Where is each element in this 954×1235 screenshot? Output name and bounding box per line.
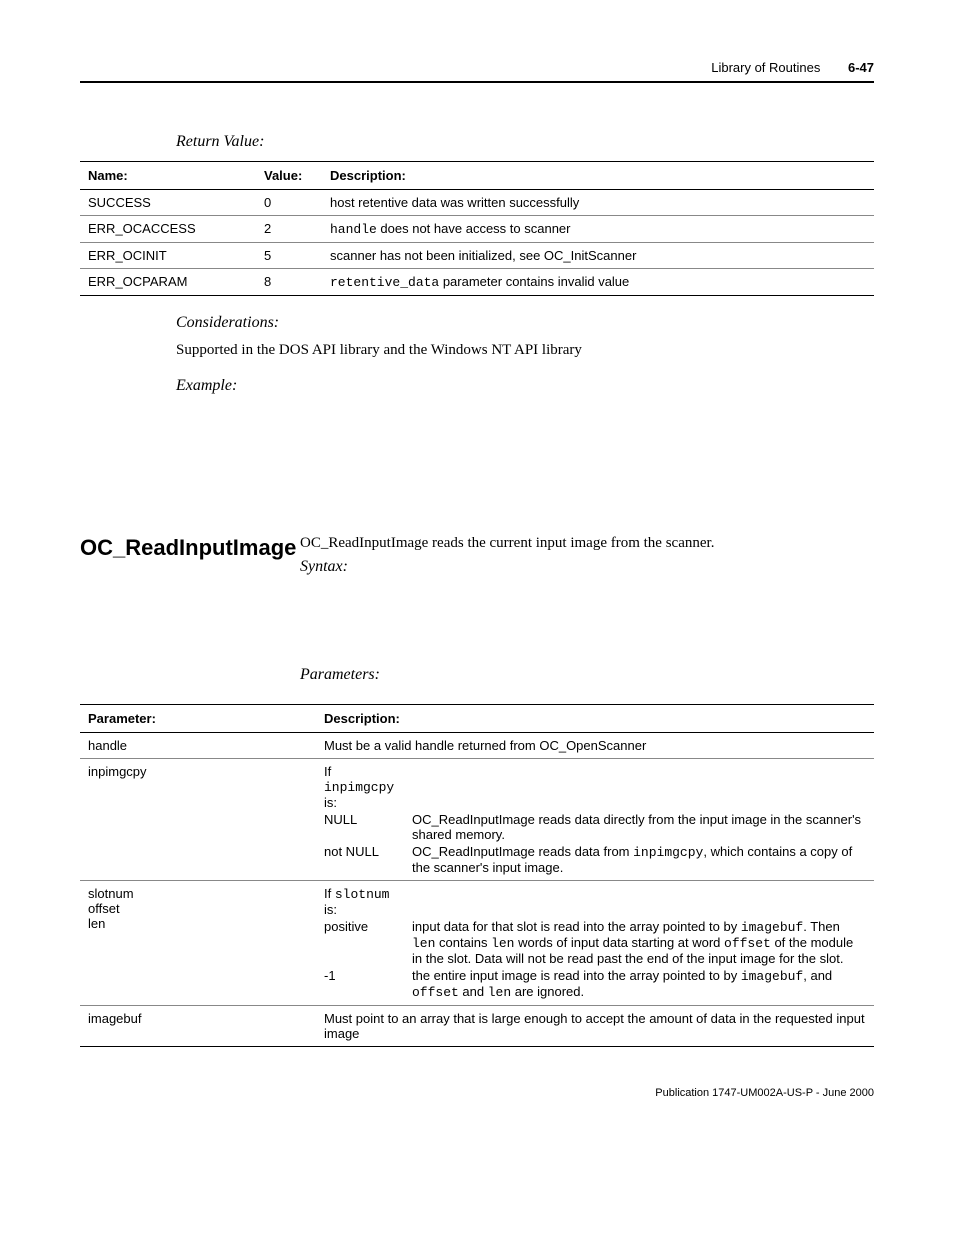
slotnum-negone-desc: the entire input image is read into the … [412,968,866,1000]
table-row: handle Must be a valid handle returned f… [80,733,874,759]
parameters-heading: Parameters: [300,666,874,684]
col-name: Name: [80,162,256,190]
header-page-number: 6-47 [848,60,874,75]
page-header: Library of Routines 6-47 [80,60,874,81]
col-description: Description: [316,705,874,733]
routine-intro: OC_ReadInputImage reads the current inpu… [300,535,874,552]
return-value-heading: Return Value: [176,133,874,151]
considerations-text: Supported in the DOS API library and the… [176,342,874,359]
considerations-heading: Considerations: [176,314,874,332]
col-value: Value: [256,162,322,190]
table-row: ERR_OCINIT 5 scanner has not been initia… [80,243,874,269]
header-section: Library of Routines [711,60,820,75]
syntax-heading: Syntax: [300,558,874,576]
table-row: slotnum offset len If slotnum is: positi… [80,881,874,1006]
routine-name: OC_ReadInputImage [80,535,300,561]
parameters-table: Parameter: Description: handle Must be a… [80,704,874,1047]
col-description: Description: [322,162,874,190]
table-row: SUCCESS 0 host retentive data was writte… [80,190,874,216]
col-parameter: Parameter: [80,705,316,733]
example-heading: Example: [176,377,874,395]
header-rule [80,81,874,83]
slotnum-positive-desc: input data for that slot is read into th… [412,919,866,966]
page-footer: Publication 1747-UM002A-US-P - June 2000 [80,1087,874,1099]
return-value-table: Name: Value: Description: SUCCESS 0 host… [80,161,874,296]
table-row: imagebuf Must point to an array that is … [80,1006,874,1047]
table-row: inpimgcpy If inpimgcpy is: NULL OC_ReadI… [80,759,874,881]
table-row: ERR_OCPARAM 8 retentive_data parameter c… [80,269,874,296]
table-row: ERR_OCACCESS 2 handle does not have acce… [80,216,874,243]
